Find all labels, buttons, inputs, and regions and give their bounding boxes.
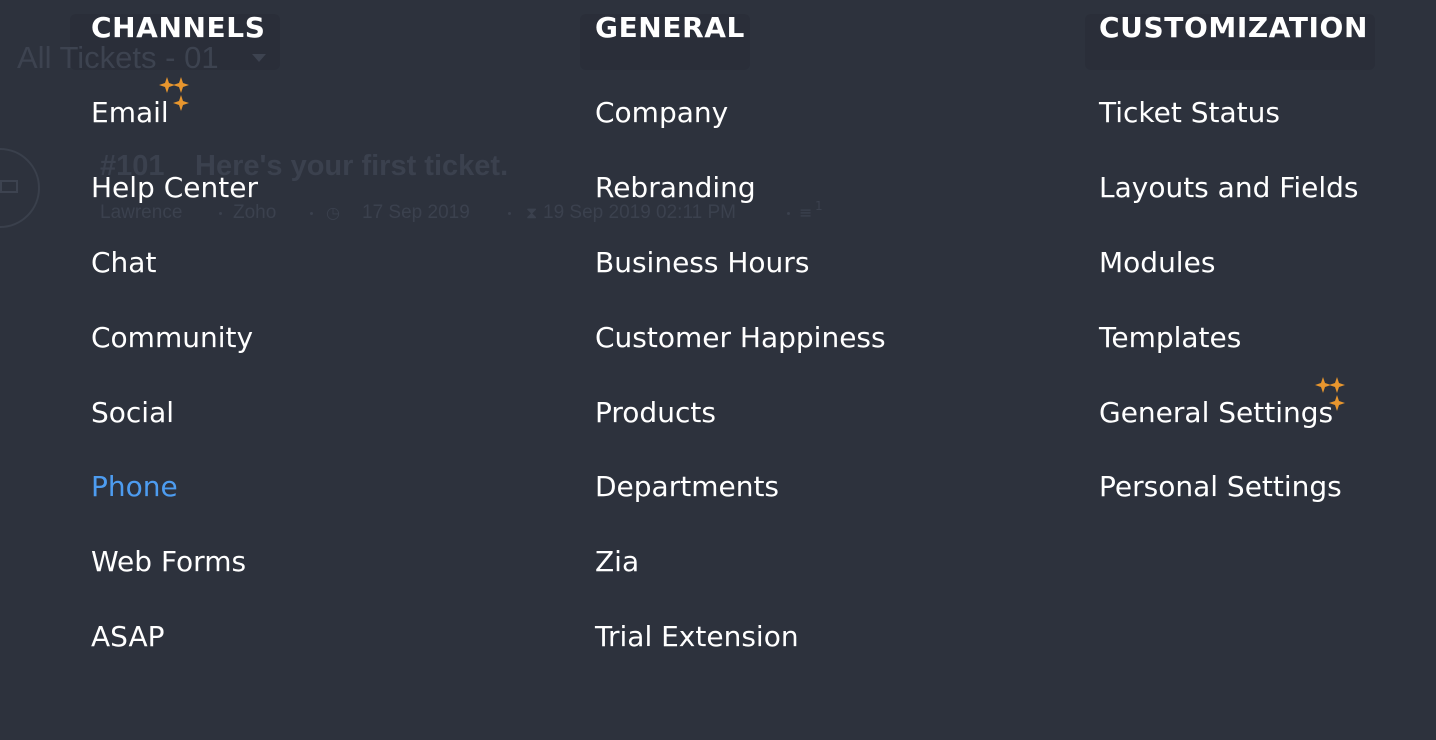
thread-icon: ≡ (799, 203, 813, 222)
menu-item-company[interactable]: Company (595, 95, 728, 131)
menu-item-chat[interactable]: Chat (91, 245, 156, 281)
mail-icon (0, 180, 18, 193)
menu-item-ticket-status[interactable]: Ticket Status (1099, 95, 1280, 131)
menu-item-web-forms[interactable]: Web Forms (91, 544, 246, 580)
menu-item-asap[interactable]: ASAP (91, 619, 165, 655)
menu-item-help-center[interactable]: Help Center (91, 170, 258, 206)
thread-count: 1 (815, 199, 823, 213)
menu-item-trial-extension[interactable]: Trial Extension (595, 619, 799, 655)
menu-item-email[interactable]: Email (91, 77, 189, 131)
customization-heading: CUSTOMIZATION (1099, 11, 1368, 44)
menu-item-personal-settings[interactable]: Personal Settings (1099, 469, 1342, 505)
ticket-created-date: 17 Sep 2019 (362, 202, 470, 223)
menu-item-business-hours[interactable]: Business Hours (595, 245, 809, 281)
menu-item-phone[interactable]: Phone (91, 469, 178, 505)
menu-item-label: Email (91, 96, 169, 129)
channels-heading: CHANNELS (91, 11, 266, 44)
hourglass-icon: ⧗ (526, 203, 538, 222)
menu-item-general-settings[interactable]: General Settings (1099, 377, 1345, 431)
menu-item-community[interactable]: Community (91, 320, 253, 356)
clock-icon: ◷ (326, 203, 340, 222)
view-title: All Tickets - 01 (17, 40, 219, 75)
menu-item-social[interactable]: Social (91, 395, 174, 431)
general-heading: GENERAL (595, 11, 745, 44)
setup-menu-screen: All Tickets - 01 #101 Here's your first … (0, 0, 1436, 740)
menu-item-customer-happiness[interactable]: Customer Happiness (595, 320, 886, 356)
menu-item-layouts-and-fields[interactable]: Layouts and Fields (1099, 170, 1358, 206)
meta-separator (219, 212, 222, 215)
menu-item-products[interactable]: Products (595, 395, 716, 431)
menu-item-departments[interactable]: Departments (595, 469, 779, 505)
meta-separator (508, 212, 511, 215)
menu-item-label: General Settings (1099, 396, 1334, 429)
menu-item-rebranding[interactable]: Rebranding (595, 170, 756, 206)
menu-item-modules[interactable]: Modules (1099, 245, 1215, 281)
menu-item-templates[interactable]: Templates (1099, 320, 1241, 356)
meta-separator (310, 212, 313, 215)
caret-down-icon (252, 54, 266, 62)
meta-separator (787, 212, 790, 215)
avatar (0, 148, 40, 228)
menu-item-zia[interactable]: Zia (595, 544, 639, 580)
